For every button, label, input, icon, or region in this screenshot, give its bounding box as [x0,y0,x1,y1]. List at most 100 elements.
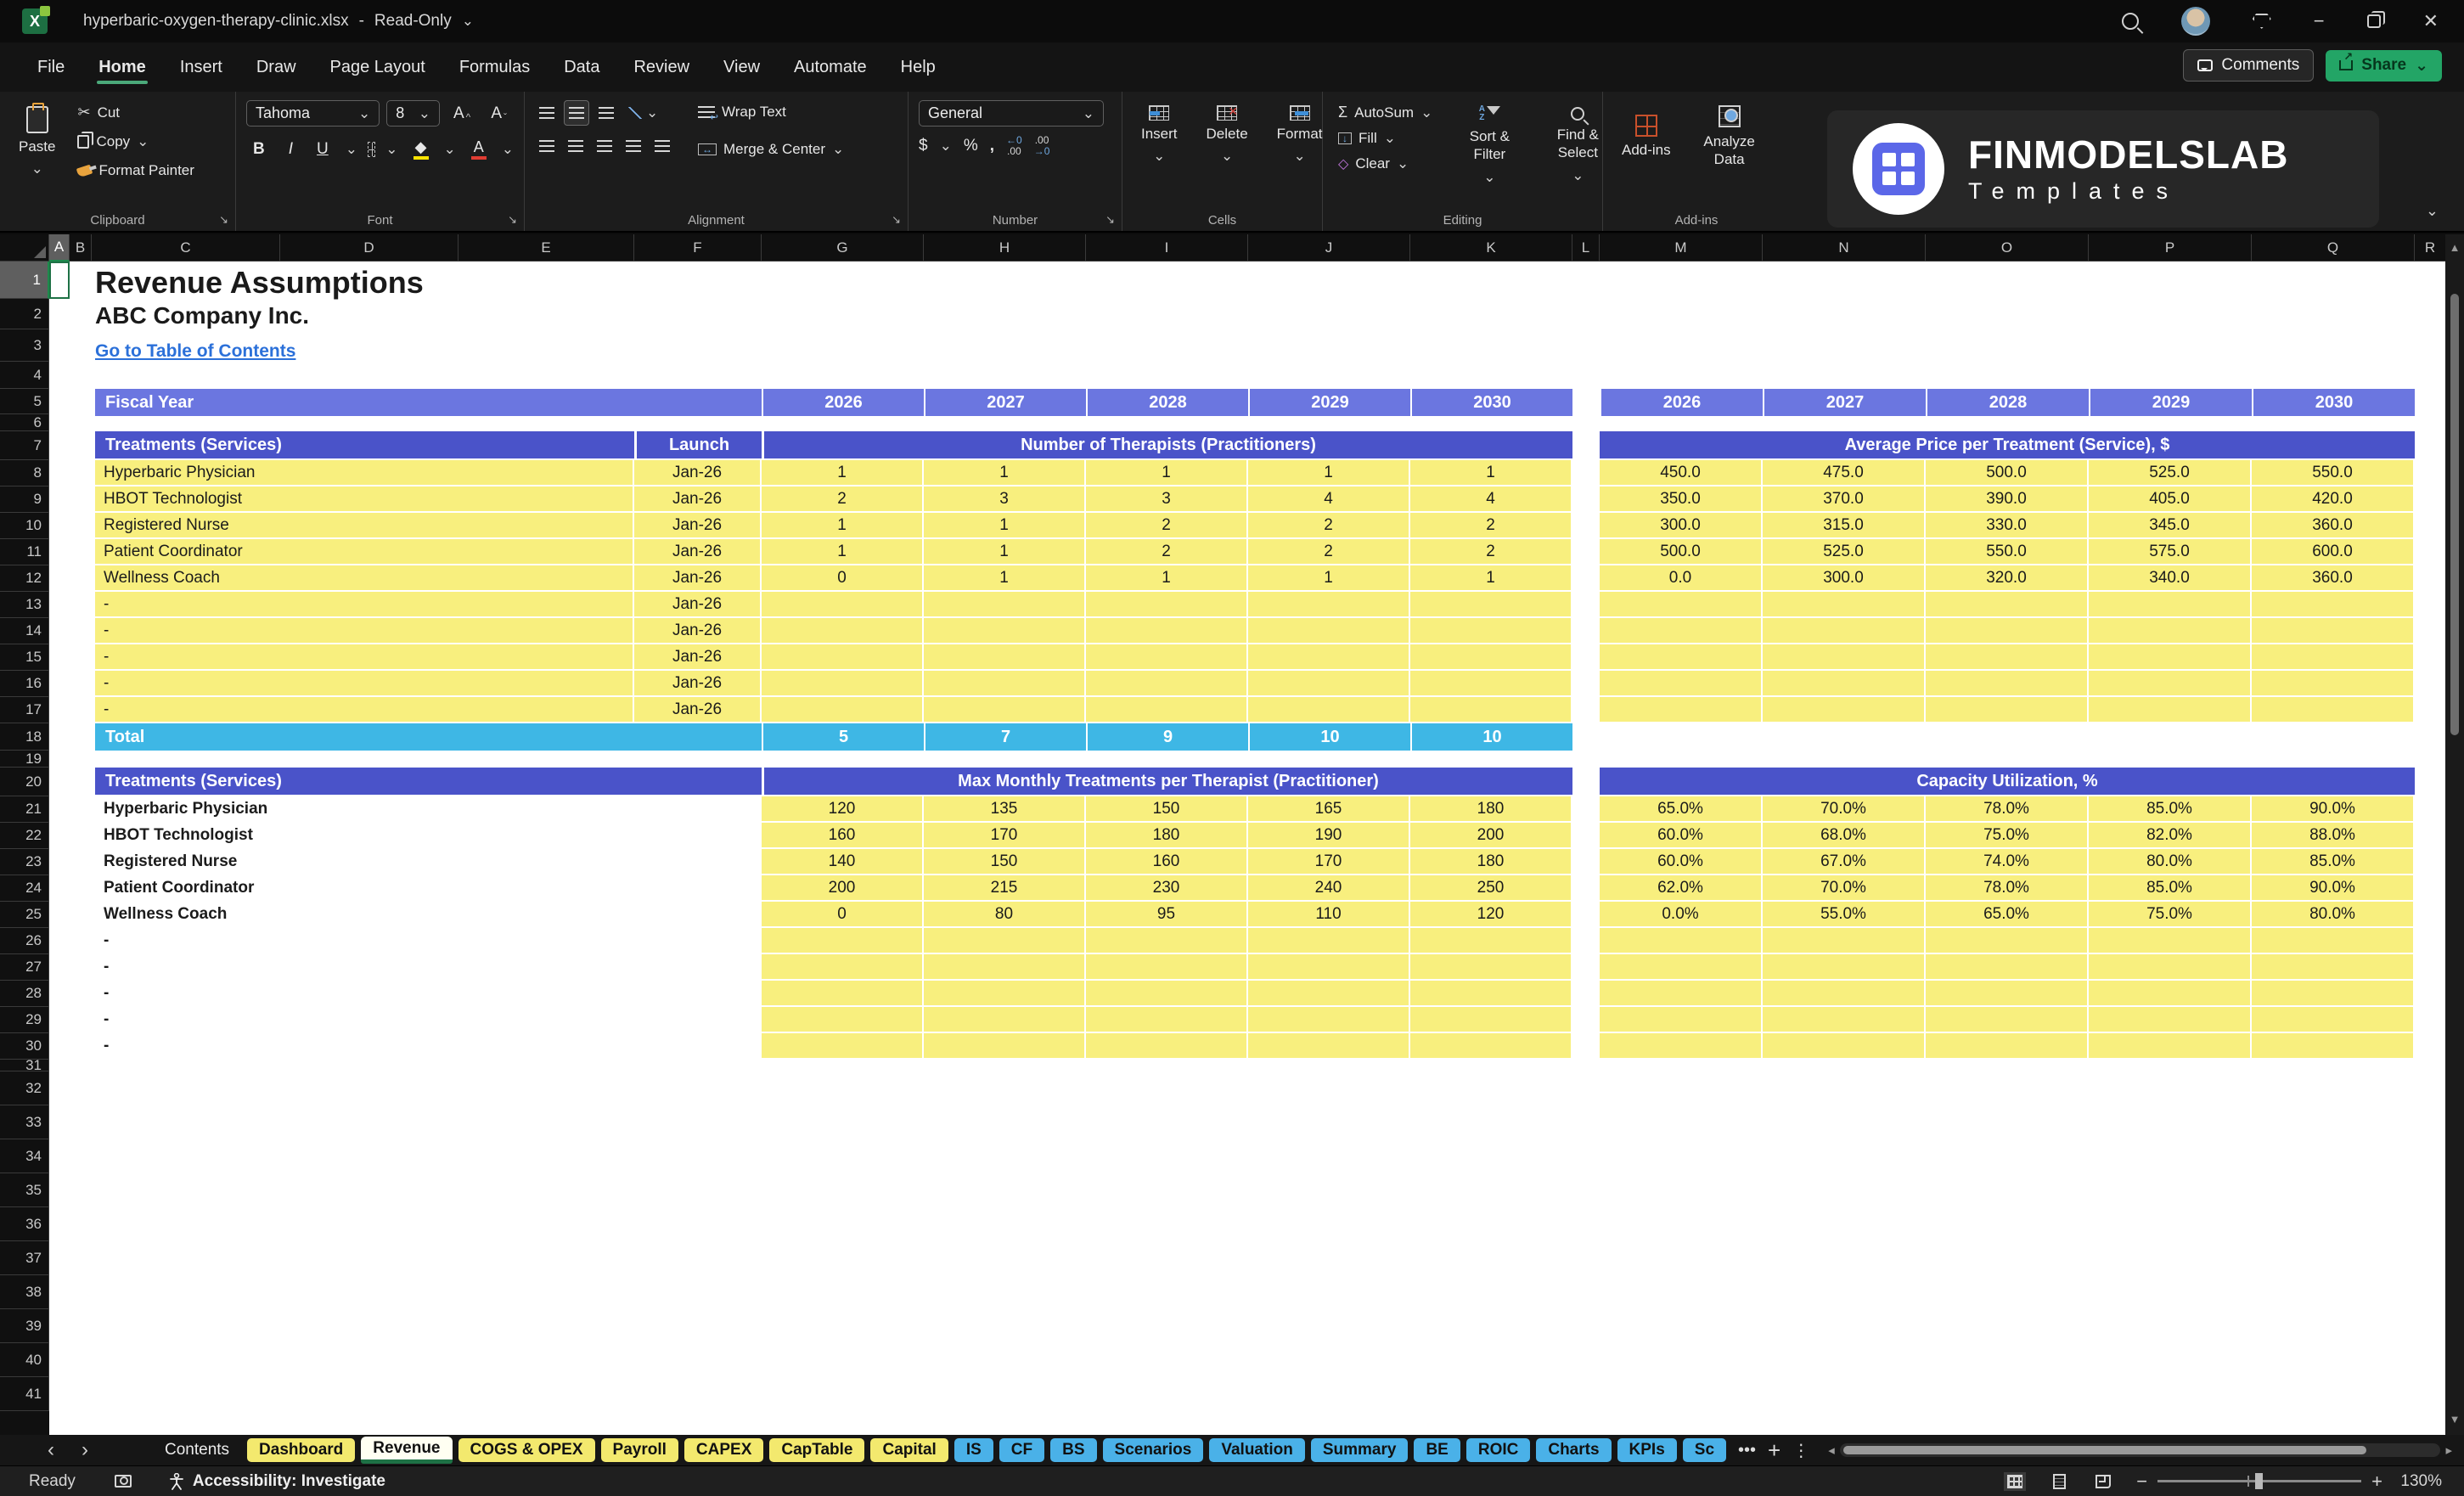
price-cell[interactable]: 420.0 [2252,486,2415,513]
row-header[interactable]: 12 [0,565,49,592]
sheet-tab[interactable]: CapTable [769,1438,864,1462]
add-sheet-button[interactable]: + [1768,1437,1780,1464]
ribbon-tab[interactable]: Data [550,49,613,86]
sheet-tab[interactable]: Summary [1311,1438,1409,1462]
font-dialog-launcher[interactable] [508,213,517,227]
row-header[interactable]: 35 [0,1173,49,1207]
max-treatments-cell[interactable]: 120 [762,796,924,823]
max-treatments-cell[interactable]: 160 [762,823,924,849]
capacity-cell[interactable]: 62.0% [1600,875,1763,902]
row-header[interactable]: 14 [0,618,49,644]
price-cell[interactable] [2252,671,2415,697]
ribbon-tab[interactable]: Automate [780,49,880,86]
capacity-cell[interactable] [1926,1007,2089,1033]
max-treatments-cell[interactable] [1086,928,1248,954]
max-treatments-cell[interactable] [1248,981,1410,1007]
max-treatments-cell[interactable]: 120 [1410,902,1572,928]
row-header[interactable]: 39 [0,1309,49,1343]
treatments-header[interactable]: Treatments (Services) [95,431,634,458]
search-icon[interactable] [2122,13,2139,30]
capacity-cell[interactable] [2252,954,2415,981]
row-header[interactable]: 36 [0,1207,49,1241]
max-treatments-cell[interactable]: 80 [924,902,1086,928]
document-title[interactable]: hyperbaric-oxygen-therapy-clinic.xlsx - … [83,12,474,31]
therapists-cell[interactable]: 2 [1248,513,1410,539]
price-cell[interactable]: 390.0 [1926,486,2089,513]
max-treatments-cell[interactable] [1410,928,1572,954]
zoom-out-button[interactable]: − [2136,1471,2147,1493]
page-break-view-button[interactable] [2092,1472,2114,1491]
capacity-cell[interactable]: 85.0% [2252,849,2415,875]
therapists-cell[interactable] [1086,671,1248,697]
max-treatments-cell[interactable]: 140 [762,849,924,875]
price-cell[interactable] [1926,618,2089,644]
shrink-font-button[interactable]: Aˇ [484,103,514,125]
row-header[interactable]: 10 [0,513,49,539]
sort-filter-button[interactable]: AZ Sort & Filter [1453,100,1526,191]
sheet-tab[interactable]: KPIs [1617,1438,1677,1462]
ribbon-tab[interactable]: Review [620,49,703,86]
row-header[interactable]: 38 [0,1275,49,1309]
clear-button[interactable]: Clear [1333,152,1437,176]
table-of-contents-link[interactable]: Go to Table of Contents [95,341,295,362]
capacity-cell[interactable]: 65.0% [1600,796,1763,823]
max-treatments-cell[interactable]: 180 [1086,823,1248,849]
row-header[interactable]: 11 [0,539,49,565]
close-button[interactable]: ✕ [2423,12,2439,31]
therapists-cell[interactable]: 2 [1410,539,1572,565]
max-treatments-cell[interactable]: 110 [1248,902,1410,928]
total-value-cell[interactable]: 7 [924,723,1086,751]
sheet-tab[interactable]: Charts [1536,1438,1611,1462]
capacity-cell[interactable] [1600,981,1763,1007]
increase-indent-button[interactable] [650,136,674,156]
align-left-button[interactable] [535,136,559,156]
total-value-cell[interactable]: 9 [1086,723,1248,751]
max-treatments-cell[interactable] [1410,954,1572,981]
year-cell[interactable]: 2030 [1410,389,1572,416]
therapists-cell[interactable]: 2 [762,486,924,513]
sheet-tab[interactable]: CAPEX [684,1438,763,1462]
price-cell[interactable] [1763,592,1926,618]
price-cell[interactable]: 345.0 [2089,513,2252,539]
macro-record-icon[interactable] [115,1475,132,1488]
addins-button[interactable]: Add-ins [1613,100,1679,174]
fill-color-button[interactable]: ◆ [408,138,434,160]
max-treatments-cell[interactable] [924,954,1086,981]
therapists-cell[interactable]: 4 [1248,486,1410,513]
launch-cell[interactable]: Jan-26 [634,565,762,592]
price-cell[interactable] [1763,644,1926,671]
row-header[interactable]: 30 [0,1033,49,1060]
fill-button[interactable]: ↓ Fill [1333,127,1437,150]
row-header[interactable]: 20 [0,768,49,796]
treatment-name-cell[interactable]: - [95,592,634,618]
capacity-cell[interactable] [1600,928,1763,954]
sheet-tab[interactable]: Revenue [361,1437,452,1464]
total-value-cell[interactable]: 5 [762,723,924,751]
max-treatments-cell[interactable] [1410,981,1572,1007]
sheet-tab[interactable]: Valuation [1209,1438,1304,1462]
avg-price-header[interactable]: Average Price per Treatment (Service), $ [1600,431,2415,458]
price-cell[interactable]: 0.0 [1600,565,1763,592]
treatment-name-cell[interactable]: - [95,671,634,697]
accounting-format-button[interactable]: $ [919,137,928,155]
premium-gem-icon[interactable] [2253,14,2271,29]
price-cell[interactable]: 360.0 [2252,513,2415,539]
row-header[interactable]: 24 [0,875,49,902]
therapists-cell[interactable]: 3 [1086,486,1248,513]
max-treatments-cell[interactable]: 215 [924,875,1086,902]
price-cell[interactable] [2252,697,2415,723]
price-cell[interactable]: 370.0 [1763,486,1926,513]
price-cell[interactable] [2252,592,2415,618]
row-header[interactable]: 6 [0,414,49,431]
price-cell[interactable]: 525.0 [1763,539,1926,565]
row-header[interactable]: 29 [0,1007,49,1033]
capacity-cell[interactable]: 67.0% [1763,849,1926,875]
capacity-cell[interactable]: 85.0% [2089,875,2252,902]
capacity-cell[interactable] [2089,981,2252,1007]
therapists-cell[interactable] [762,644,924,671]
column-header[interactable]: F [634,234,762,262]
column-header[interactable]: N [1763,234,1926,262]
capacity-cell[interactable] [1600,1033,1763,1060]
capacity-cell[interactable]: 90.0% [2252,796,2415,823]
price-cell[interactable] [1600,644,1763,671]
